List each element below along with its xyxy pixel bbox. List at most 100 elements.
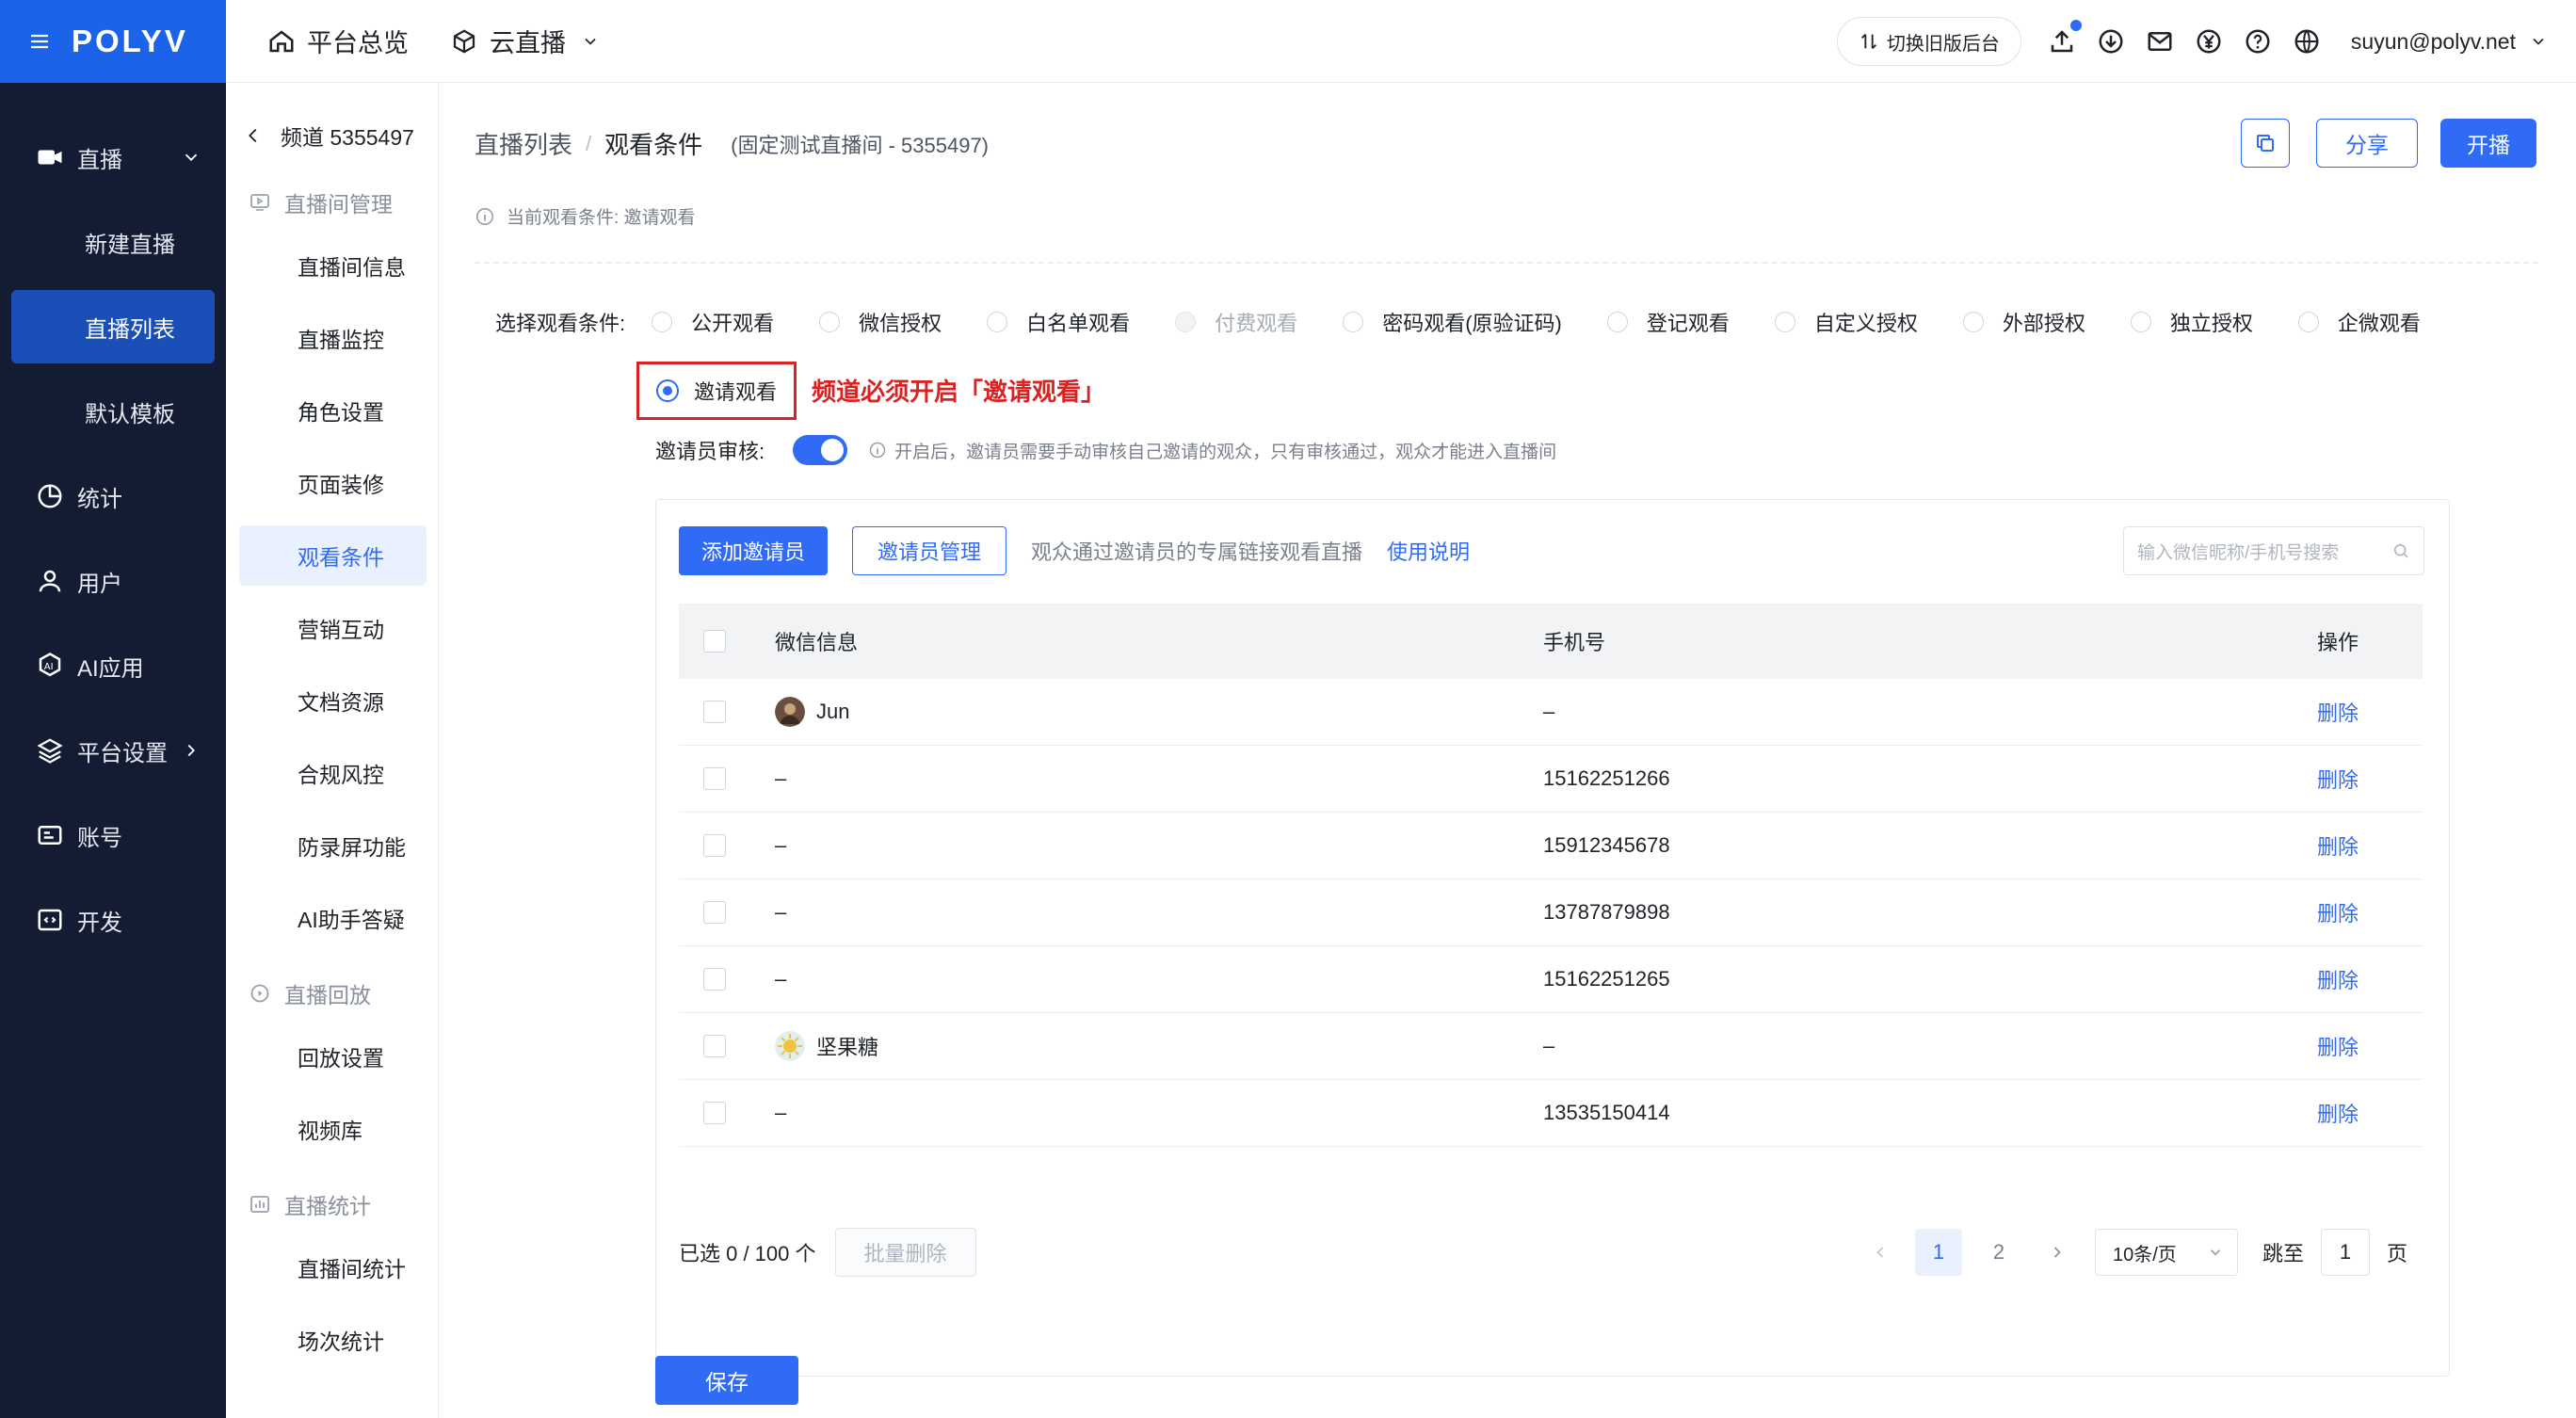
- bar-chart-icon: [250, 1196, 269, 1213]
- subnav-ai-assistant[interactable]: AI助手答疑: [239, 888, 427, 948]
- download-icon[interactable]: [2097, 27, 2125, 56]
- subnav-documents[interactable]: 文档资源: [239, 670, 427, 731]
- nav-live[interactable]: 直播: [0, 121, 226, 194]
- manage-inviter-button[interactable]: 邀请员管理: [852, 526, 1007, 575]
- next-page-icon[interactable]: [2048, 1243, 2067, 1262]
- batch-delete-button[interactable]: 批量删除: [834, 1228, 976, 1277]
- add-inviter-button[interactable]: 添加邀请员: [679, 526, 829, 575]
- subnav-replay-settings[interactable]: 回放设置: [239, 1026, 427, 1087]
- nav-develop[interactable]: 开发: [0, 883, 226, 957]
- nav-new-live[interactable]: 新建直播: [11, 205, 215, 279]
- inviter-table: 微信信息 手机号 操作 Jun – 删除 – 15162251266 删除 – …: [679, 604, 2423, 1147]
- help-link[interactable]: 使用说明: [1387, 536, 1470, 566]
- tab-overview[interactable]: 平台总览: [267, 23, 409, 59]
- nav-platform-settings[interactable]: 平台设置: [0, 714, 226, 787]
- group-room-manage-label: 直播间管理: [284, 192, 393, 217]
- back-to-channel[interactable]: 频道 5355497: [226, 105, 438, 166]
- subnav-anti-record[interactable]: 防录屏功能: [239, 815, 427, 876]
- subnav-room-stats[interactable]: 直播间统计: [239, 1237, 427, 1297]
- radio-external-auth[interactable]: 外部授权: [1962, 307, 2085, 337]
- nav-statistics[interactable]: 统计: [0, 459, 226, 533]
- radio-custom-auth-label: 自定义授权: [1813, 312, 1918, 335]
- nav-users[interactable]: 用户: [0, 544, 226, 618]
- radio-checked-icon: [656, 379, 679, 402]
- nav-live-list[interactable]: 直播列表: [11, 290, 215, 363]
- avatar: [775, 697, 805, 727]
- row-checkbox[interactable]: [703, 1102, 726, 1124]
- nav-default-template[interactable]: 默认模板: [11, 375, 215, 448]
- radio-invite-label: 邀请观看: [694, 380, 778, 404]
- nav-account[interactable]: 账号: [0, 798, 226, 872]
- save-button[interactable]: 保存: [655, 1356, 798, 1405]
- delete-link[interactable]: 删除: [2317, 964, 2359, 994]
- radio-public-label: 公开观看: [691, 312, 775, 335]
- radio-independent-auth-label: 独立授权: [2169, 312, 2253, 335]
- wechat-cell: 坚果糖: [775, 1031, 878, 1061]
- radio-custom-auth[interactable]: 自定义授权: [1774, 307, 1918, 337]
- row-checkbox[interactable]: [703, 968, 726, 991]
- channel-info: (固定测试直播间 - 5355497): [731, 133, 990, 157]
- prev-page-icon[interactable]: [1871, 1243, 1890, 1262]
- inviter-panel: 添加邀请员 邀请员管理 观众通过邀请员的专属链接观看直播 使用说明 输入微信昵称…: [655, 499, 2450, 1377]
- table-row: – 15162251265 删除: [679, 946, 2423, 1013]
- user-menu[interactable]: suyun@polyv.net: [2351, 29, 2548, 55]
- inviter-review-label: 邀请员审核:: [655, 440, 765, 463]
- share-button[interactable]: 分享: [2316, 119, 2418, 168]
- wechat-cell: Jun: [775, 697, 849, 727]
- radio-independent-auth[interactable]: 独立授权: [2130, 307, 2253, 337]
- inviter-review-toggle[interactable]: [793, 435, 848, 465]
- subnav-watch-condition[interactable]: 观看条件: [239, 525, 427, 586]
- nav-ai[interactable]: AI AI应用: [0, 629, 226, 702]
- subnav-roles[interactable]: 角色设置: [239, 380, 427, 441]
- row-checkbox[interactable]: [703, 901, 726, 924]
- row-checkbox[interactable]: [703, 767, 726, 790]
- delete-link[interactable]: 删除: [2317, 830, 2359, 861]
- row-checkbox[interactable]: [703, 1035, 726, 1057]
- select-all-checkbox[interactable]: [703, 630, 726, 653]
- subnav-monitor[interactable]: 直播监控: [239, 308, 427, 368]
- page-unit: 页: [2386, 1242, 2407, 1265]
- subnav-room-info[interactable]: 直播间信息: [239, 235, 427, 296]
- search-input[interactable]: 输入微信昵称/手机号搜索: [2123, 526, 2424, 575]
- start-live-button[interactable]: 开播: [2440, 119, 2536, 168]
- tab-cloud-live[interactable]: 云直播: [450, 23, 600, 59]
- delete-link[interactable]: 删除: [2317, 697, 2359, 727]
- wechat-cell: –: [775, 766, 787, 790]
- subnav-page-decor[interactable]: 页面装修: [239, 453, 427, 513]
- radio-wechat-auth[interactable]: 微信授权: [819, 307, 942, 337]
- copy-button[interactable]: [2241, 119, 2290, 168]
- upload-icon[interactable]: [2048, 18, 2084, 56]
- globe-icon[interactable]: [2293, 27, 2321, 56]
- page-size-select[interactable]: 10条/页: [2094, 1229, 2238, 1276]
- delete-link[interactable]: 删除: [2317, 764, 2359, 794]
- menu-icon[interactable]: [28, 30, 51, 53]
- page-2[interactable]: 2: [1975, 1229, 2022, 1276]
- crumb-live-list[interactable]: 直播列表: [475, 126, 572, 161]
- jump-page-input[interactable]: 1: [2320, 1229, 2370, 1276]
- radio-public[interactable]: 公开观看: [652, 307, 774, 337]
- help-icon[interactable]: [2244, 27, 2272, 56]
- subnav-session-stats[interactable]: 场次统计: [239, 1310, 427, 1370]
- yuan-icon[interactable]: [2195, 27, 2223, 56]
- radio-wecom[interactable]: 企微观看: [2297, 307, 2421, 337]
- subnav-compliance[interactable]: 合规风控: [239, 743, 427, 803]
- delete-link[interactable]: 删除: [2317, 1031, 2359, 1061]
- radio-register[interactable]: 登记观看: [1606, 307, 1730, 337]
- delete-link[interactable]: 删除: [2317, 1098, 2359, 1128]
- row-checkbox[interactable]: [703, 701, 726, 723]
- subnav-video-library[interactable]: 视频库: [239, 1099, 427, 1159]
- radio-invite-selected[interactable]: 邀请观看: [636, 362, 797, 420]
- delete-link[interactable]: 删除: [2317, 897, 2359, 927]
- row-checkbox[interactable]: [703, 834, 726, 857]
- switch-old-button[interactable]: 切换旧版后台: [1836, 17, 2021, 66]
- cube-icon: [453, 28, 475, 54]
- page-1[interactable]: 1: [1914, 1229, 1962, 1276]
- radio-whitelist[interactable]: 白名单观看: [987, 307, 1130, 337]
- mail-icon[interactable]: [2146, 27, 2174, 56]
- group-replay-label: 直播回放: [284, 983, 371, 1007]
- subnav-marketing[interactable]: 营销互动: [239, 598, 427, 658]
- nav-ai-label: AI应用: [77, 655, 144, 682]
- polyv-logo[interactable]: POLYV: [72, 24, 188, 59]
- radio-password[interactable]: 密码观看(原验证码): [1343, 307, 1562, 337]
- panel-description: 观众通过邀请员的专属链接观看直播: [1031, 540, 1363, 564]
